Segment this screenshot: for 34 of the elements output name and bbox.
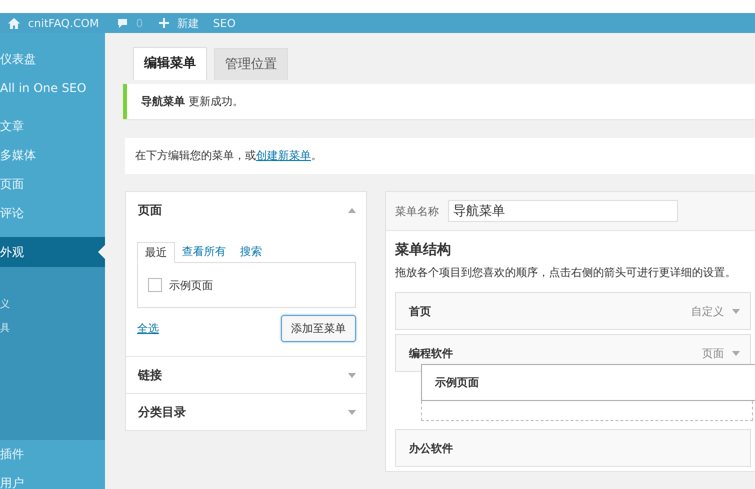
dropdown-arrow-icon[interactable] <box>732 308 740 314</box>
home-icon[interactable] <box>8 18 20 28</box>
add-to-menu-button[interactable]: 添加至菜单 <box>281 315 356 342</box>
tab[interactable]: 编辑菜单 <box>133 47 207 80</box>
success-notice: 导航菜单 更新成功。 <box>123 84 755 119</box>
menu-item[interactable]: 办公软件 <box>395 429 751 467</box>
select-all-link[interactable]: 全选 <box>137 321 159 336</box>
tab[interactable]: 最近 <box>137 242 175 263</box>
panel-title[interactable]: 分类目录 <box>138 404 186 420</box>
submenu-item[interactable]: 具 <box>0 317 105 341</box>
plus-icon[interactable] <box>159 18 170 28</box>
hint-text: 拖放各个项目到您喜欢的顺序，点击右侧的箭头可进行更详细的设置。 <box>395 265 737 280</box>
checkbox[interactable] <box>148 278 162 292</box>
menu-item[interactable]: 首页 自定义 <box>395 292 751 330</box>
menu-name-field[interactable]: 导航菜单 <box>448 200 678 222</box>
tab[interactable]: 搜索 <box>233 242 269 262</box>
panel-title[interactable]: 链接 <box>138 366 162 384</box>
submenu-item[interactable]: 义 <box>0 293 105 317</box>
dragged-menu-item[interactable]: 示例页面 <box>421 364 755 401</box>
collapse-arrow-icon[interactable] <box>348 208 356 212</box>
tab[interactable]: 管理位置 <box>214 48 288 80</box>
info-text: 在下方编辑您的菜单，或创建新菜单。 <box>135 149 322 162</box>
tab[interactable]: 查看所有 <box>175 242 233 262</box>
dropdown-arrow-icon[interactable] <box>732 350 740 356</box>
expand-arrow-icon[interactable] <box>348 372 356 378</box>
expand-arrow-icon[interactable] <box>348 410 356 414</box>
section-title: 菜单结构 <box>395 241 452 260</box>
comment-icon[interactable] <box>117 18 128 28</box>
create-menu-link[interactable]: 创建新菜单 <box>256 149 311 162</box>
field-label: 菜单名称 <box>395 204 439 218</box>
checkbox-label[interactable]: 示例页面 <box>169 278 213 292</box>
comment-count: 0 <box>136 16 144 30</box>
sidebar-item[interactable]: 外观 <box>0 237 105 267</box>
panel-title[interactable]: 页面 <box>138 202 162 218</box>
